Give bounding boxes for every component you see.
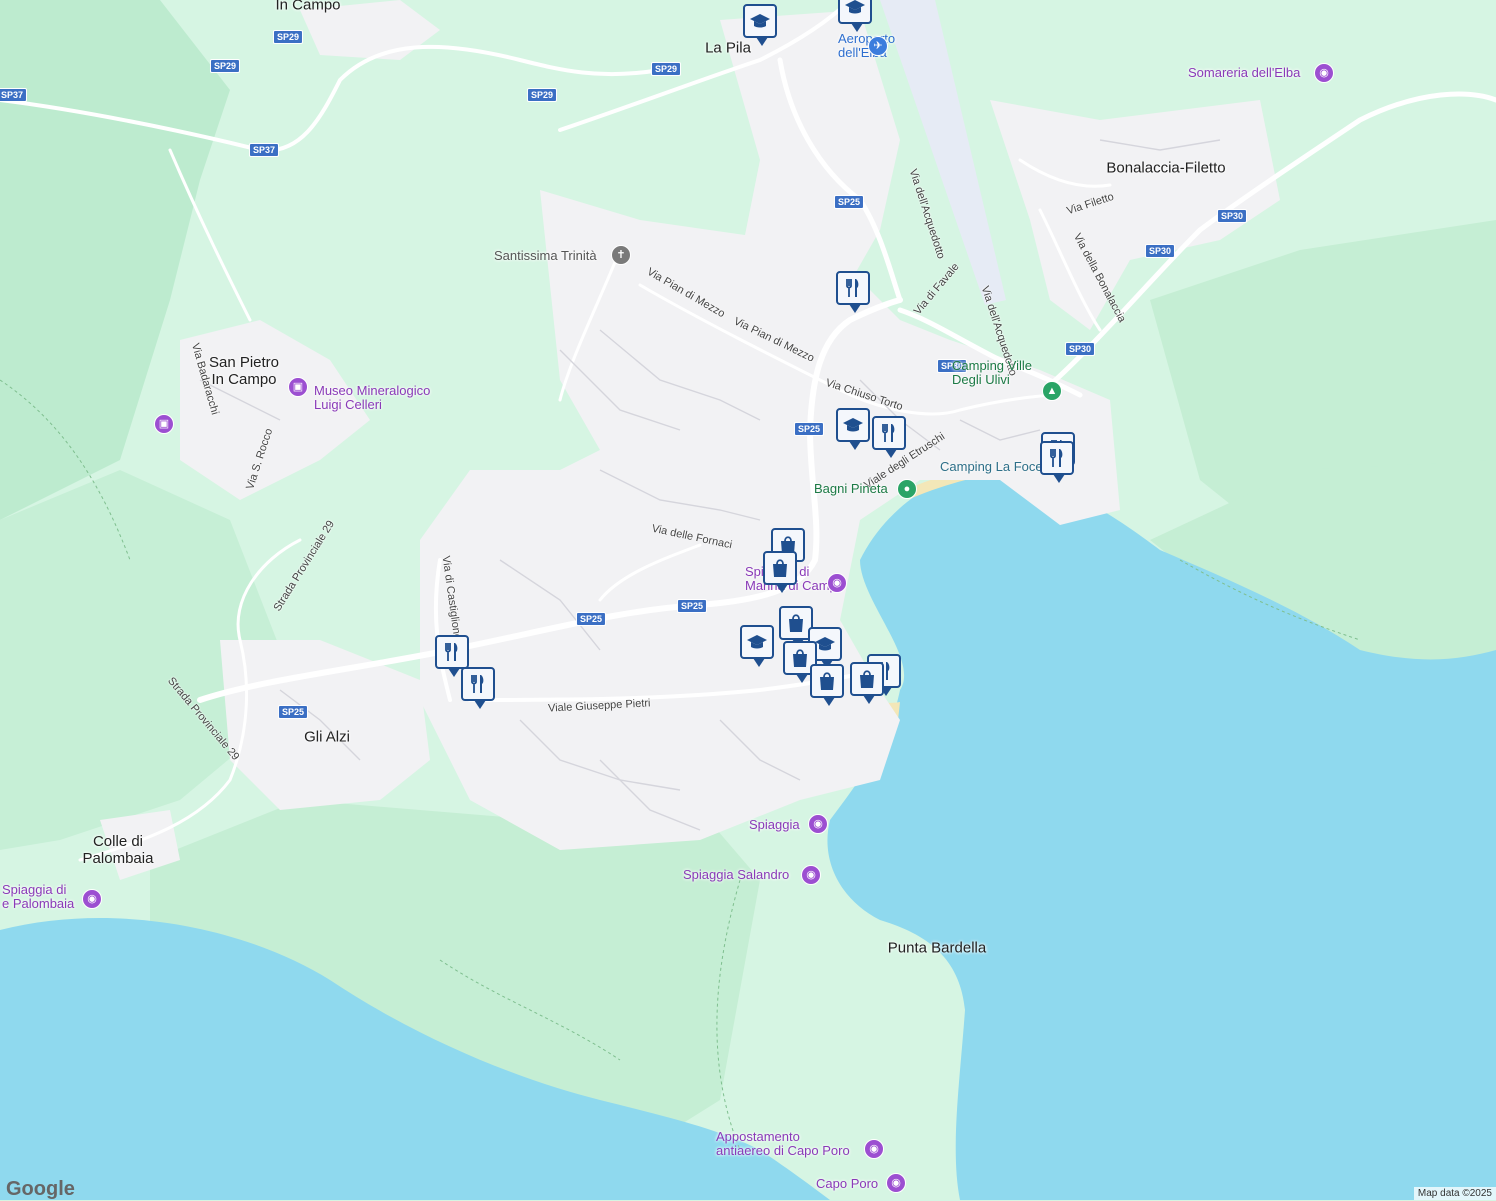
poi-label[interactable]: Bagni Pineta [814,482,888,496]
poi-label[interactable]: Camping La Foce [940,460,1043,474]
camera-icon[interactable]: ◉ [808,814,828,834]
poi-label[interactable]: Spiaggia die Palombaia [2,883,74,911]
poi-label[interactable]: Santissima Trinità [494,249,597,263]
place-label[interactable]: San PietroIn Campo [209,354,279,388]
road-shield: SP29 [527,88,557,102]
road-shield: SP30 [1145,244,1175,258]
map-canvas[interactable] [0,0,1496,1200]
poi-label[interactable]: Somareria dell'Elba [1188,66,1300,80]
road-shield: SP25 [794,422,824,436]
camera-icon[interactable]: ◉ [827,573,847,593]
place-label[interactable]: Bonalaccia-Filetto [1106,160,1225,177]
road-shield: SP29 [273,30,303,44]
poi-label[interactable]: Museo MineralogicoLuigi Celleri [314,384,430,412]
airport-icon[interactable]: ✈ [868,36,888,56]
camera-icon[interactable]: ◉ [864,1139,884,1159]
camera-icon[interactable]: ◉ [801,865,821,885]
road-shield: SP37 [249,143,279,157]
camera-icon[interactable]: ◉ [886,1173,906,1193]
place-label[interactable]: Gli Alzi [304,729,350,746]
road-shield: SP30 [1217,209,1247,223]
beach-icon[interactable]: ● [897,479,917,499]
poi-label[interactable]: Appostamentoantiaereo di Capo Poro [716,1130,850,1158]
camera-icon[interactable]: ◉ [1314,63,1334,83]
restaurant-marker[interactable] [435,635,469,669]
museum-icon[interactable]: ▣ [154,414,174,434]
poi-label[interactable]: Camping VilleDegli Ulivi [952,359,1032,387]
camera-icon[interactable]: ◉ [82,889,102,909]
school-marker[interactable] [740,625,774,659]
poi-label[interactable]: Capo Poro [816,1177,878,1191]
poi-label[interactable]: Spiaggia [749,818,800,832]
road-shield: SP25 [834,195,864,209]
place-label[interactable]: La Pila [705,40,751,57]
road-shield: SP29 [210,59,240,73]
place-label[interactable]: In Campo [275,0,340,14]
road-shield: SP29 [651,62,681,76]
road-shield: SP25 [278,705,308,719]
restaurant-marker[interactable] [872,416,906,450]
place-label[interactable]: Punta Bardella [888,940,986,957]
school-marker[interactable] [838,0,872,24]
poi-label[interactable]: Spiaggia Salandro [683,868,789,882]
restaurant-marker[interactable] [1040,441,1074,475]
restaurant-marker[interactable] [461,667,495,701]
road-shield: SP25 [677,599,707,613]
shopping-marker[interactable] [810,664,844,698]
road-shield: SP30 [1065,342,1095,356]
church-icon[interactable]: ✝ [611,245,631,265]
camping-icon[interactable]: ▲ [1042,381,1062,401]
restaurant-marker[interactable] [836,271,870,305]
museum-icon[interactable]: ▣ [288,377,308,397]
map-attribution: Map data ©2025 [1414,1187,1496,1200]
school-marker[interactable] [836,408,870,442]
shopping-marker[interactable] [850,662,884,696]
road-shield: SP37 [0,88,27,102]
shopping-marker[interactable] [763,551,797,585]
road-shield: SP25 [576,612,606,626]
school-marker[interactable] [743,4,777,38]
place-label[interactable]: Colle diPalombaia [83,833,154,867]
google-logo: Google [6,1178,75,1201]
